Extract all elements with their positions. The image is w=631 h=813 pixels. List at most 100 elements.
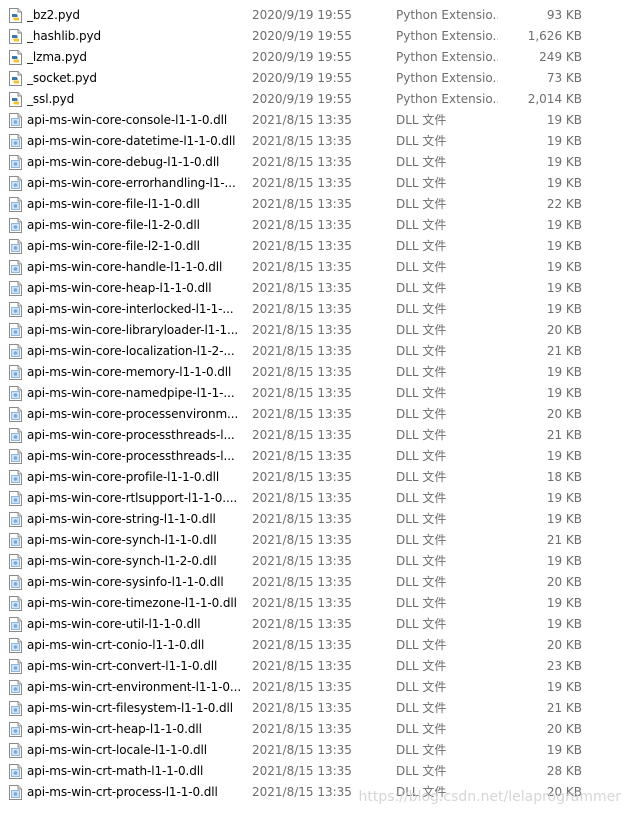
file-type: DLL 文件 [396, 659, 447, 673]
file-row[interactable]: api-ms-win-core-synch-l1-2-0.dll 2021/8/… [0, 551, 631, 572]
file-row[interactable]: api-ms-win-crt-filesystem-l1-1-0.dll 202… [0, 698, 631, 719]
file-date-modified: 2021/8/15 13:35 [252, 554, 352, 568]
file-type: DLL 文件 [396, 596, 447, 610]
file-size: 19 KB [546, 449, 582, 463]
file-size: 19 KB [546, 386, 582, 400]
file-row[interactable]: api-ms-win-crt-math-l1-1-0.dll 2021/8/15… [0, 761, 631, 782]
file-row[interactable]: api-ms-win-core-sysinfo-l1-1-0.dll 2021/… [0, 572, 631, 593]
file-row[interactable]: api-ms-win-core-console-l1-1-0.dll 2021/… [0, 110, 631, 131]
file-date-modified: 2021/8/15 13:35 [252, 575, 352, 589]
file-row[interactable]: api-ms-win-core-libraryloader-l1-1... 20… [0, 320, 631, 341]
file-size: 19 KB [546, 155, 582, 169]
file-name: api-ms-win-core-sysinfo-l1-1-0.dll [27, 575, 224, 589]
file-row[interactable]: api-ms-win-core-handle-l1-1-0.dll 2021/8… [0, 257, 631, 278]
file-row[interactable]: api-ms-win-crt-convert-l1-1-0.dll 2021/8… [0, 656, 631, 677]
file-date-modified: 2021/8/15 13:35 [252, 239, 352, 253]
file-row[interactable]: api-ms-win-core-memory-l1-1-0.dll 2021/8… [0, 362, 631, 383]
file-row[interactable]: api-ms-win-core-string-l1-1-0.dll 2021/8… [0, 509, 631, 530]
file-row[interactable]: api-ms-win-core-util-l1-1-0.dll 2021/8/1… [0, 614, 631, 635]
file-date-modified: 2021/8/15 13:35 [252, 764, 352, 778]
file-row[interactable]: api-ms-win-core-interlocked-l1-1-... 202… [0, 299, 631, 320]
file-name: api-ms-win-core-file-l1-1-0.dll [27, 197, 200, 211]
file-type: DLL 文件 [396, 428, 447, 442]
file-name: api-ms-win-core-processthreads-l... [27, 428, 235, 442]
file-row[interactable]: api-ms-win-core-synch-l1-1-0.dll 2021/8/… [0, 530, 631, 551]
file-name: _socket.pyd [27, 71, 97, 85]
file-date-modified: 2021/8/15 13:35 [252, 407, 352, 421]
file-date-modified: 2021/8/15 13:35 [252, 365, 352, 379]
file-row[interactable]: api-ms-win-crt-locale-l1-1-0.dll 2021/8/… [0, 740, 631, 761]
file-row[interactable]: api-ms-win-core-datetime-l1-1-0.dll 2021… [0, 131, 631, 152]
file-type: DLL 文件 [396, 155, 447, 169]
file-row[interactable]: api-ms-win-core-processenvironm... 2021/… [0, 404, 631, 425]
file-size: 73 KB [546, 71, 582, 85]
file-date-modified: 2021/8/15 13:35 [252, 197, 352, 211]
file-row[interactable]: api-ms-win-core-processthreads-l... 2021… [0, 425, 631, 446]
file-date-modified: 2021/8/15 13:35 [252, 386, 352, 400]
file-type: DLL 文件 [396, 386, 447, 400]
file-date-modified: 2021/8/15 13:35 [252, 491, 352, 505]
dll-file-icon [9, 659, 22, 674]
file-type: DLL 文件 [396, 701, 447, 715]
file-name: api-ms-win-crt-environment-l1-1-0... [27, 680, 240, 694]
file-row[interactable]: api-ms-win-core-processthreads-l... 2021… [0, 446, 631, 467]
file-date-modified: 2020/9/19 19:55 [252, 8, 352, 22]
file-size: 1,626 KB [527, 29, 582, 43]
file-row[interactable]: api-ms-win-core-namedpipe-l1-1-... 2021/… [0, 383, 631, 404]
file-name: _bz2.pyd [27, 8, 80, 22]
file-name: _ssl.pyd [27, 92, 75, 106]
file-type: DLL 文件 [396, 323, 447, 337]
file-name: api-ms-win-crt-convert-l1-1-0.dll [27, 659, 218, 673]
file-row[interactable]: api-ms-win-core-localization-l1-2-... 20… [0, 341, 631, 362]
file-row[interactable]: api-ms-win-core-file-l1-1-0.dll 2021/8/1… [0, 194, 631, 215]
file-date-modified: 2021/8/15 13:35 [252, 512, 352, 526]
file-type: DLL 文件 [396, 407, 447, 421]
file-row[interactable]: api-ms-win-core-profile-l1-1-0.dll 2021/… [0, 467, 631, 488]
file-date-modified: 2021/8/15 13:35 [252, 722, 352, 736]
file-type: DLL 文件 [396, 575, 447, 589]
file-date-modified: 2021/8/15 13:35 [252, 449, 352, 463]
dll-file-icon [9, 344, 22, 359]
file-row[interactable]: api-ms-win-crt-conio-l1-1-0.dll 2021/8/1… [0, 635, 631, 656]
file-date-modified: 2021/8/15 13:35 [252, 134, 352, 148]
file-row[interactable]: api-ms-win-core-file-l2-1-0.dll 2021/8/1… [0, 236, 631, 257]
file-date-modified: 2021/8/15 13:35 [252, 533, 352, 547]
file-date-modified: 2021/8/15 13:35 [252, 470, 352, 484]
file-size: 19 KB [546, 743, 582, 757]
dll-file-icon [9, 722, 22, 737]
file-row[interactable]: _ssl.pyd 2020/9/19 19:55 Python Extensio… [0, 89, 631, 110]
file-size: 19 KB [546, 596, 582, 610]
dll-file-icon [9, 323, 22, 338]
file-date-modified: 2021/8/15 13:35 [252, 218, 352, 232]
file-row[interactable]: api-ms-win-core-timezone-l1-1-0.dll 2021… [0, 593, 631, 614]
file-size: 19 KB [546, 617, 582, 631]
file-name: api-ms-win-core-namedpipe-l1-1-... [27, 386, 235, 400]
file-date-modified: 2020/9/19 19:55 [252, 71, 352, 85]
file-type: DLL 文件 [396, 533, 447, 547]
file-date-modified: 2021/8/15 13:35 [252, 155, 352, 169]
dll-file-icon [9, 764, 22, 779]
file-row[interactable]: _socket.pyd 2020/9/19 19:55 Python Exten… [0, 68, 631, 89]
file-size: 21 KB [546, 701, 582, 715]
file-row[interactable]: api-ms-win-crt-heap-l1-1-0.dll 2021/8/15… [0, 719, 631, 740]
file-row[interactable]: _bz2.pyd 2020/9/19 19:55 Python Extensio… [0, 5, 631, 26]
dll-file-icon [9, 239, 22, 254]
file-row[interactable]: api-ms-win-core-file-l1-2-0.dll 2021/8/1… [0, 215, 631, 236]
file-row[interactable]: api-ms-win-core-rtlsupport-l1-1-0.... 20… [0, 488, 631, 509]
file-row[interactable]: _lzma.pyd 2020/9/19 19:55 Python Extensi… [0, 47, 631, 68]
file-name: api-ms-win-core-console-l1-1-0.dll [27, 113, 228, 127]
file-row[interactable]: api-ms-win-core-errorhandling-l1-... 202… [0, 173, 631, 194]
file-size: 18 KB [546, 470, 582, 484]
file-type: DLL 文件 [396, 260, 447, 274]
file-row[interactable]: _hashlib.pyd 2020/9/19 19:55 Python Exte… [0, 26, 631, 47]
dll-file-icon [9, 407, 22, 422]
file-row[interactable]: api-ms-win-core-debug-l1-1-0.dll 2021/8/… [0, 152, 631, 173]
file-row[interactable]: api-ms-win-crt-environment-l1-1-0... 202… [0, 677, 631, 698]
file-size: 20 KB [546, 575, 582, 589]
file-type: Python Extensio... [396, 50, 498, 64]
file-row[interactable]: api-ms-win-core-heap-l1-1-0.dll 2021/8/1… [0, 278, 631, 299]
file-name: api-ms-win-core-processthreads-l... [27, 449, 235, 463]
file-name: _lzma.pyd [27, 50, 87, 64]
file-name: api-ms-win-core-profile-l1-1-0.dll [27, 470, 220, 484]
file-date-modified: 2021/8/15 13:35 [252, 260, 352, 274]
